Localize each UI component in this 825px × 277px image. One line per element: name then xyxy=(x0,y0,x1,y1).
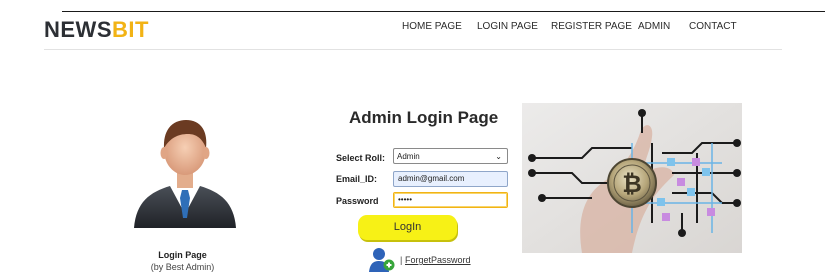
roll-select-value: Admin xyxy=(397,152,420,161)
form-title: Admin Login Page xyxy=(349,108,499,127)
nav-admin[interactable]: ADMIN xyxy=(638,21,670,32)
password-label: Password xyxy=(336,196,379,206)
email-field[interactable]: admin@gmail.com xyxy=(393,171,508,187)
bitcoin-network-image: ₿ xyxy=(522,103,742,253)
email-label: Email_ID: xyxy=(336,174,378,184)
businessman-avatar-icon xyxy=(130,110,240,230)
roll-select[interactable]: Admin ⌄ xyxy=(393,148,508,164)
svg-text:₿: ₿ xyxy=(622,170,642,198)
left-caption: Login Page (by Best Admin) xyxy=(120,250,245,272)
login-button[interactable]: LogIn xyxy=(358,215,457,240)
brand-news: NEWS xyxy=(44,17,112,42)
user-add-icon[interactable] xyxy=(368,246,396,272)
top-rule xyxy=(62,11,825,12)
nav-contact[interactable]: CONTACT xyxy=(689,21,737,32)
chevron-down-icon: ⌄ xyxy=(495,152,502,161)
forget-password-link[interactable]: ForgetPassword xyxy=(405,255,471,265)
nav-login[interactable]: LOGIN PAGE xyxy=(477,21,538,32)
caption-subtitle: (by Best Admin) xyxy=(150,262,215,272)
roll-label: Select Roll: xyxy=(336,153,386,163)
password-field[interactable]: ••••• xyxy=(393,192,508,208)
caption-title: Login Page xyxy=(158,250,207,260)
nav-home[interactable]: HOME PAGE xyxy=(402,21,462,32)
link-separator: | xyxy=(400,255,403,265)
nav-register[interactable]: REGISTER PAGE xyxy=(551,21,632,32)
header-divider xyxy=(44,49,782,50)
brand-logo[interactable]: NEWSBIT xyxy=(44,17,149,43)
brand-bit: BIT xyxy=(112,17,149,42)
